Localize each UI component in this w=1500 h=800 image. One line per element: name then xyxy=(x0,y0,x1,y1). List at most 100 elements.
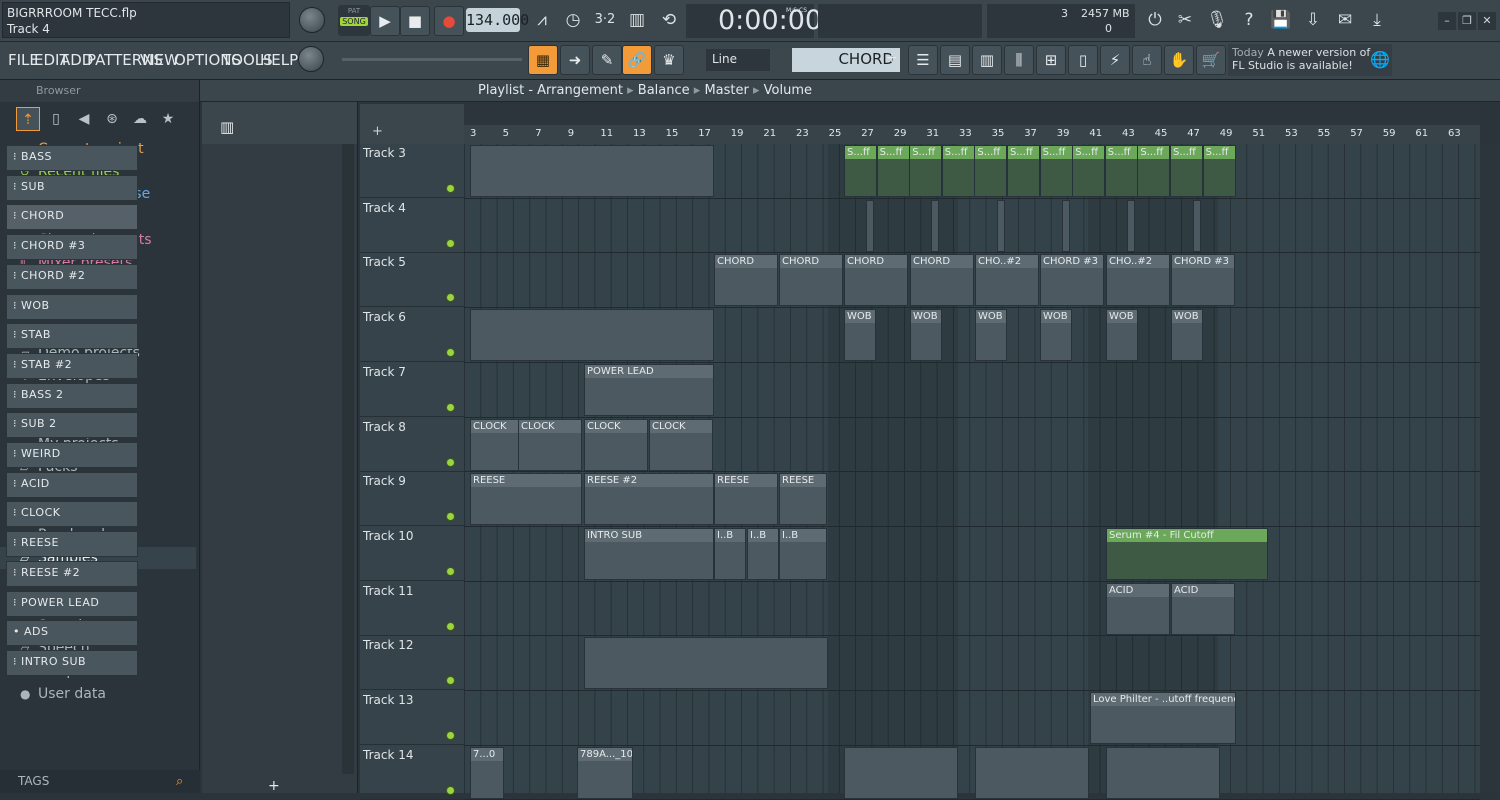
playlist-clip[interactable]: WOB xyxy=(1106,309,1138,362)
playlist-clip[interactable] xyxy=(996,199,1005,252)
playlist-clip[interactable] xyxy=(1192,199,1201,252)
playlist-clip[interactable]: CHORD #3 xyxy=(1040,254,1104,307)
channel-button[interactable]: ⁝ CLOCK xyxy=(6,501,138,528)
export-icon[interactable]: ⇩ xyxy=(1298,5,1328,35)
add-track-icon[interactable]: + xyxy=(372,124,383,139)
playlist-overview[interactable] xyxy=(464,104,1480,125)
step-edit-icon[interactable]: ▥ xyxy=(622,5,652,35)
playlist-clip[interactable]: REESE xyxy=(779,473,827,526)
track-header[interactable]: Track 10 xyxy=(360,527,464,581)
channel-button[interactable]: ⁝ ACID xyxy=(6,471,138,498)
channel-button[interactable]: ⁝ SUB xyxy=(6,174,138,201)
channel-button[interactable]: ⁝ WEIRD xyxy=(6,442,138,468)
playlist-clip[interactable] xyxy=(1127,199,1136,252)
channel-scrollbar[interactable] xyxy=(342,144,354,774)
playlist-clip[interactable] xyxy=(931,199,940,252)
playlist-clip[interactable] xyxy=(844,746,958,799)
track-header[interactable]: Track 12 xyxy=(360,636,464,691)
news-panel[interactable]: Today A newer version of FL Studio is av… xyxy=(1228,44,1392,76)
playlist-clip[interactable]: CHORD xyxy=(844,254,908,307)
playlist-clip[interactable]: S...ff xyxy=(909,145,943,197)
track-header[interactable]: Track 6 xyxy=(360,308,464,363)
track-header[interactable]: Track 4 xyxy=(360,199,464,253)
playlist-clip[interactable]: S...ff xyxy=(1039,145,1073,197)
restore-icon[interactable]: ❐ xyxy=(1458,12,1476,30)
snap-select[interactable]: Line xyxy=(706,49,770,71)
chat-icon[interactable]: ✉ xyxy=(1330,5,1360,35)
channel-button[interactable]: ⁝ CHORD #2 xyxy=(6,263,138,290)
channel-button[interactable]: ⁝ WOB xyxy=(6,293,138,320)
hand-icon[interactable]: ✋ xyxy=(1164,45,1194,75)
playlist-clip[interactable]: WOB xyxy=(844,309,876,362)
playlist-clip[interactable]: CHORD #3 xyxy=(1171,254,1235,307)
playlist-clip[interactable]: I..B xyxy=(714,527,746,580)
track-mute-led[interactable] xyxy=(446,348,455,358)
playlist-clip[interactable] xyxy=(975,746,1089,799)
piano-icon[interactable]: ▥ xyxy=(220,118,234,136)
channel-button[interactable]: ⁝ INTRO SUB xyxy=(6,649,138,676)
master-pitch-knob[interactable] xyxy=(298,46,324,72)
playlist-clip[interactable] xyxy=(584,637,828,690)
playlist-clip[interactable]: CHORD xyxy=(910,254,974,307)
track-mute-led[interactable] xyxy=(446,238,455,248)
playlist-clip[interactable] xyxy=(470,145,714,197)
playlist-clip[interactable]: S...ff xyxy=(876,145,910,197)
playlist-clip[interactable]: POWER LEAD xyxy=(584,363,714,416)
channel-button[interactable]: ⁝ POWER LEAD xyxy=(6,590,138,617)
plugin-icon[interactable]: ⚡ xyxy=(1100,45,1130,75)
playlist-clip[interactable]: S...ff xyxy=(1007,145,1040,197)
browser-tab-favorites[interactable]: ★ xyxy=(156,107,180,131)
crumb-master[interactable]: Master xyxy=(704,83,748,98)
playlist-clip[interactable]: 7...0 xyxy=(470,746,504,799)
playlist-clip[interactable]: S...ff xyxy=(1202,145,1236,197)
pattern-view-button[interactable]: ▦ xyxy=(528,45,558,75)
playlist-clip[interactable]: CHO..#2 xyxy=(1106,254,1170,307)
brush-button[interactable]: ✎ xyxy=(592,45,622,75)
playlist-clip[interactable]: I..B xyxy=(779,527,827,580)
playlist-clip[interactable]: 789A..._10 xyxy=(577,746,633,799)
tempo-display[interactable]: 134.000 xyxy=(466,8,529,32)
playlist-clip[interactable]: ACID xyxy=(1106,582,1170,635)
track-header[interactable]: Track 11 xyxy=(360,582,464,636)
minimize-icon[interactable]: – xyxy=(1438,12,1456,30)
track-header[interactable]: Track 5 xyxy=(360,253,464,308)
playlist-clip[interactable]: S...ff xyxy=(1104,145,1138,197)
playlist-clip[interactable]: REESE xyxy=(470,473,582,526)
track-mute-led[interactable] xyxy=(446,402,455,412)
loop-record-icon[interactable]: ⟲ xyxy=(654,5,684,35)
playlist-clip[interactable]: Love Philter - ..utoff frequency xyxy=(1090,692,1236,744)
browser-tab-all[interactable]: ⇡ xyxy=(16,107,40,131)
piano-roll-icon[interactable]: ▤ xyxy=(940,45,970,75)
countdown-icon[interactable]: 3·2 xyxy=(590,5,620,35)
stamp-button[interactable]: ♛ xyxy=(654,45,684,75)
playlist-clip[interactable]: WOB xyxy=(1040,309,1072,362)
record-button[interactable]: ● xyxy=(434,6,464,36)
add-pattern-icon[interactable]: + xyxy=(886,50,898,66)
playlist-clip[interactable]: S...ff xyxy=(941,145,975,197)
track-mute-led[interactable] xyxy=(446,184,455,193)
globe-icon[interactable]: 🌐 xyxy=(1370,50,1390,69)
position-slider[interactable] xyxy=(342,58,522,61)
playlist-clip[interactable]: ACID xyxy=(1171,582,1235,635)
playlist-clip[interactable] xyxy=(470,309,714,362)
playlist-clip[interactable]: CLOCK xyxy=(518,418,582,471)
playlist-clip[interactable] xyxy=(1106,746,1220,799)
playlist-clip[interactable] xyxy=(1061,199,1070,252)
link-button[interactable]: 🔗 xyxy=(622,45,652,75)
add-channel-icon[interactable]: + xyxy=(268,778,280,794)
playlist-clip[interactable]: INTRO SUB xyxy=(584,527,714,580)
channel-button[interactable]: • ADS xyxy=(6,620,138,647)
playlist-clip[interactable]: Serum #4 - Fil Cutoff xyxy=(1106,527,1268,580)
playlist-clip[interactable]: CLOCK xyxy=(649,418,713,471)
cart-icon[interactable]: 🛒 xyxy=(1196,45,1226,75)
track-mute-led[interactable] xyxy=(446,676,455,686)
playlist-clip[interactable]: I..B xyxy=(747,527,779,580)
playlist-clip[interactable]: S...ff xyxy=(974,145,1008,197)
channel-button[interactable]: ⁝ REESE #2 xyxy=(6,560,138,587)
project-icon[interactable]: ▯ xyxy=(1068,45,1098,75)
play-button[interactable]: ▶ xyxy=(370,6,400,36)
playlist-clip[interactable]: CLOCK xyxy=(584,418,648,471)
channel-rack-icon[interactable]: ▥ xyxy=(972,45,1002,75)
playlist-clip[interactable]: REESE #2 xyxy=(584,473,714,526)
track-header[interactable]: Track 14 xyxy=(360,746,464,800)
